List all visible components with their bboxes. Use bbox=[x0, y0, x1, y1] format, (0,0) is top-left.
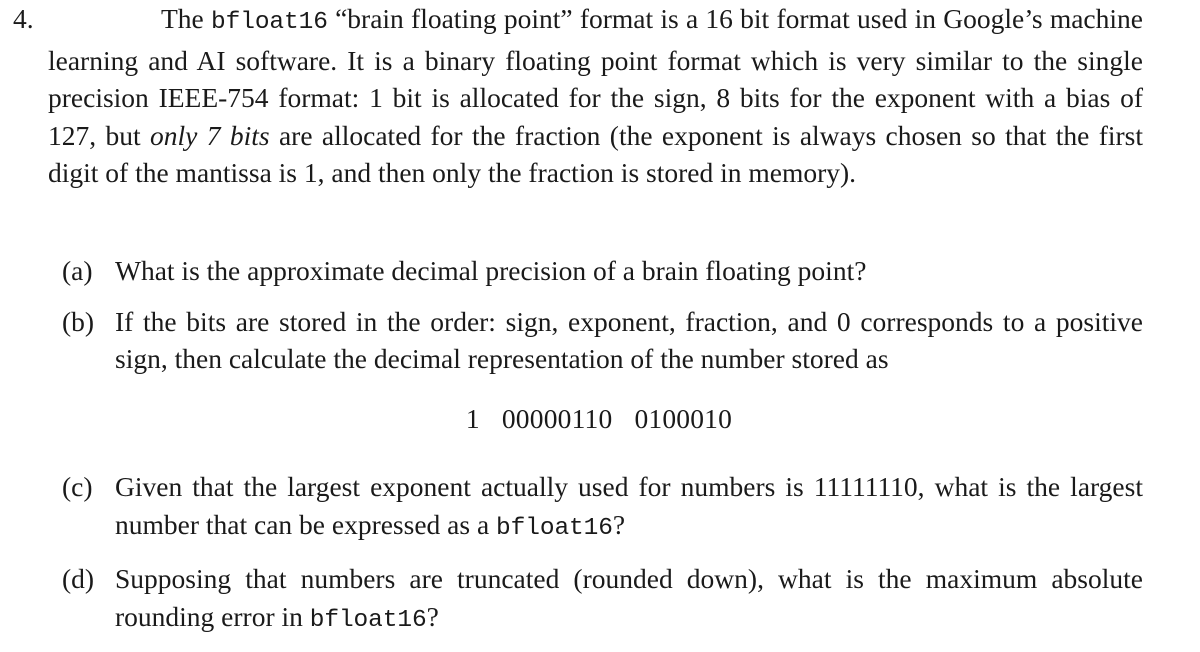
subitem-b-body: If the bits are stored in the order: sig… bbox=[115, 303, 1200, 456]
subitem-c-body: Given that the largest exponent actually… bbox=[115, 468, 1200, 547]
subitem-a: (a) What is the approximate decimal prec… bbox=[0, 252, 1200, 290]
subitem-d-label: (d) bbox=[62, 563, 95, 594]
subitem-c-text-after: ? bbox=[612, 508, 626, 540]
document-page: 4. The bfloat16 “brain floating point” f… bbox=[0, 0, 1200, 639]
intro-emphasis-only-7-bits: only 7 bits bbox=[150, 119, 270, 151]
subitem-b-label: (b) bbox=[62, 305, 95, 337]
problem-header-row: 4. The bfloat16 “brain floating point” f… bbox=[0, 0, 1200, 192]
bfloat16-code-inline-1: bfloat16 bbox=[211, 9, 328, 36]
subitem-d-text-before: Supposing that numbers are truncated (ro… bbox=[115, 563, 1143, 632]
subitem-c: (c) Given that the largest exponent actu… bbox=[0, 468, 1200, 547]
subitem-d-body: Supposing that numbers are truncated (ro… bbox=[115, 560, 1200, 639]
subitem-a-label: (a) bbox=[62, 255, 93, 286]
problem-intro-body: The bfloat16 “brain floating point” form… bbox=[35, 0, 1200, 192]
intro-text-part-1: The bbox=[161, 3, 212, 34]
subitem-b: (b) If the bits are stored in the order:… bbox=[0, 303, 1200, 456]
subitem-d-text-after: ? bbox=[426, 600, 439, 632]
subitem-c-text-before: Given that the largest exponent actually… bbox=[115, 471, 1143, 540]
subitem-a-text: What is the approximate decimal precisio… bbox=[115, 255, 867, 286]
problem-4: 4. The bfloat16 “brain floating point” f… bbox=[0, 0, 1200, 192]
subitem-b-text: If the bits are stored in the order: sig… bbox=[115, 305, 1143, 375]
sign-bit: 1 bbox=[465, 402, 480, 434]
problem-intro-paragraph: The bfloat16 “brain floating point” form… bbox=[48, 0, 1143, 192]
problem-number: 4. bbox=[13, 3, 34, 34]
binary-representation-display: 1 00000110 0100010 bbox=[55, 400, 1143, 438]
subitem-d: (d) Supposing that numbers are truncated… bbox=[0, 560, 1200, 639]
bfloat16-code-inline-3: bfloat16 bbox=[309, 606, 427, 634]
exponent-bits: 00000110 bbox=[501, 402, 613, 434]
fraction-bits: 0100010 bbox=[634, 402, 733, 434]
problem-subitem-list: (a) What is the approximate decimal prec… bbox=[0, 252, 1200, 652]
subitem-c-label: (c) bbox=[62, 471, 93, 502]
bfloat16-code-inline-2: bfloat16 bbox=[496, 514, 613, 542]
